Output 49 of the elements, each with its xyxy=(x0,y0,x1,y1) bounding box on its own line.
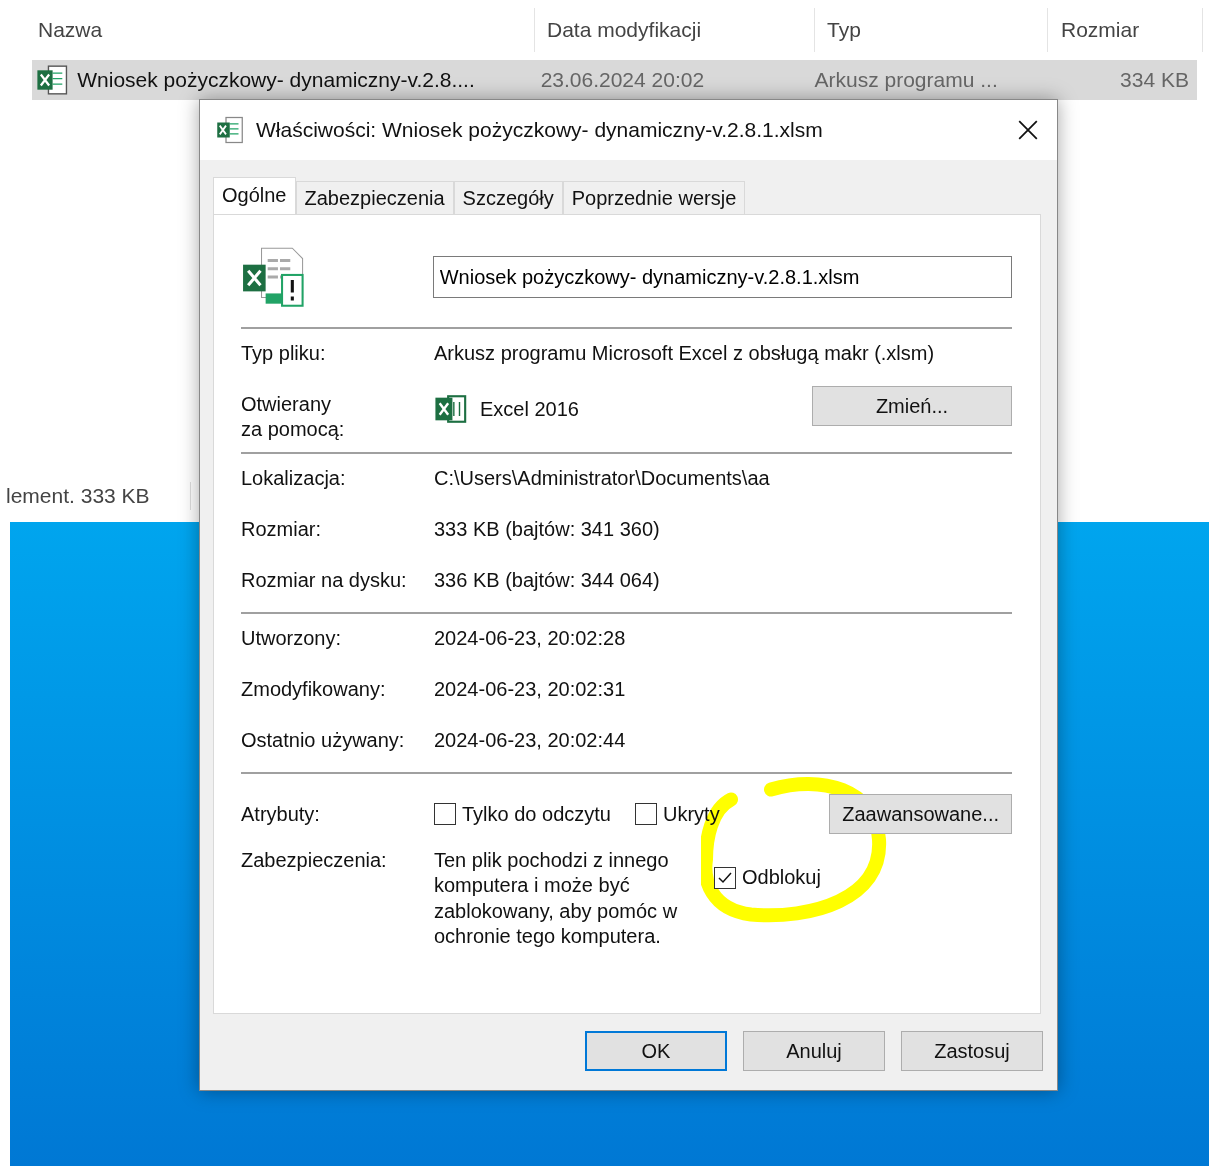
column-header[interactable]: Data modyfikacji xyxy=(535,8,815,52)
column-header[interactable]: Rozmiar xyxy=(1048,8,1203,52)
spreadsheet-app-icon xyxy=(434,392,468,426)
column-header[interactable]: Typ xyxy=(815,8,1048,52)
property-value: 2024-06-23, 20:02:44 xyxy=(434,728,626,753)
dialog-button[interactable]: OK xyxy=(585,1031,727,1071)
file-cell-text: 334 KB xyxy=(1119,68,1190,92)
dialog-button[interactable]: Anuluj xyxy=(743,1031,885,1071)
file-row[interactable]: Wniosek pożyczkowy- dynamiczny-v.2.8.... 23.06.2024 20:02 Arkusz programu ... 334 KB xyxy=(32,60,1197,100)
property-label: Otwierany za pomocą: xyxy=(241,392,346,442)
status-text: lement. 333 KB xyxy=(6,484,151,508)
property-label: Zabezpieczenia: xyxy=(241,848,388,873)
property-label: Ostatnio używany: xyxy=(241,728,406,753)
file-cell-text: Arkusz programu ... xyxy=(813,68,999,92)
file-cell-text: 23.06.2024 20:02 xyxy=(539,68,706,92)
file-name-field[interactable]: Wniosek pożyczkowy- dynamiczny-v.2.8.1.xlsm xyxy=(432,256,1012,298)
property-label: Atrybuty: xyxy=(241,801,321,827)
property-value: 333 KB (bajtów: 341 360) xyxy=(434,517,660,542)
tab[interactable]: Zabezpieczenia xyxy=(295,181,454,214)
property-value: 2024-06-23, 20:02:31 xyxy=(434,677,626,702)
property-value: Excel 2016 xyxy=(480,397,579,421)
tab[interactable]: Ogólne xyxy=(213,177,296,215)
property-value: 2024-06-23, 20:02:28 xyxy=(434,626,626,651)
property-label: Lokalizacja: xyxy=(241,466,347,491)
checkbox[interactable] xyxy=(714,866,736,889)
spreadsheet-file-icon xyxy=(36,63,70,97)
property-label: Zmodyfikowany: xyxy=(241,677,387,702)
checkbox-label[interactable]: Odblokuj xyxy=(742,866,821,889)
property-label: Typ pliku: xyxy=(241,341,327,366)
window-title: Właściwości: Wniosek pożyczkowy- dynamiczny-v.2.8.1.xlsm xyxy=(256,118,824,142)
spreadsheet-file-icon xyxy=(216,115,246,145)
property-label: Utworzony: xyxy=(241,626,343,651)
checkbox-label[interactable]: Tylko do odczytu xyxy=(462,802,611,826)
property-value: C:\Users\Administrator\Documents\aa xyxy=(434,466,770,491)
change-button[interactable]: Zmień... xyxy=(812,386,1012,426)
security-message: Ten plik pochodzi z innego komputera i może być zablokowany, aby pomóc w ochronie tego komputera. xyxy=(434,848,679,950)
advanced-button[interactable]: Zaawansowane... xyxy=(829,794,1012,834)
close-icon[interactable] xyxy=(1017,119,1039,141)
property-label: Rozmiar na dysku: xyxy=(241,568,408,593)
property-value: 336 KB (bajtów: 344 064) xyxy=(434,568,660,593)
property-label: Rozmiar: xyxy=(241,517,322,542)
tab[interactable]: Szczegóły xyxy=(453,181,563,214)
property-value: Arkusz programu Microsoft Excel z obsługą makr (.xlsm) xyxy=(434,341,935,366)
column-header[interactable]: Nazwa xyxy=(0,8,535,52)
checkbox[interactable] xyxy=(634,803,657,825)
tab[interactable]: Poprzednie wersje xyxy=(562,181,746,214)
checkbox[interactable] xyxy=(434,803,456,825)
file-cell-text: Wniosek pożyczkowy- dynamiczny-v.2.8.... xyxy=(76,68,476,92)
dialog-button[interactable]: Zastosuj xyxy=(901,1031,1043,1071)
